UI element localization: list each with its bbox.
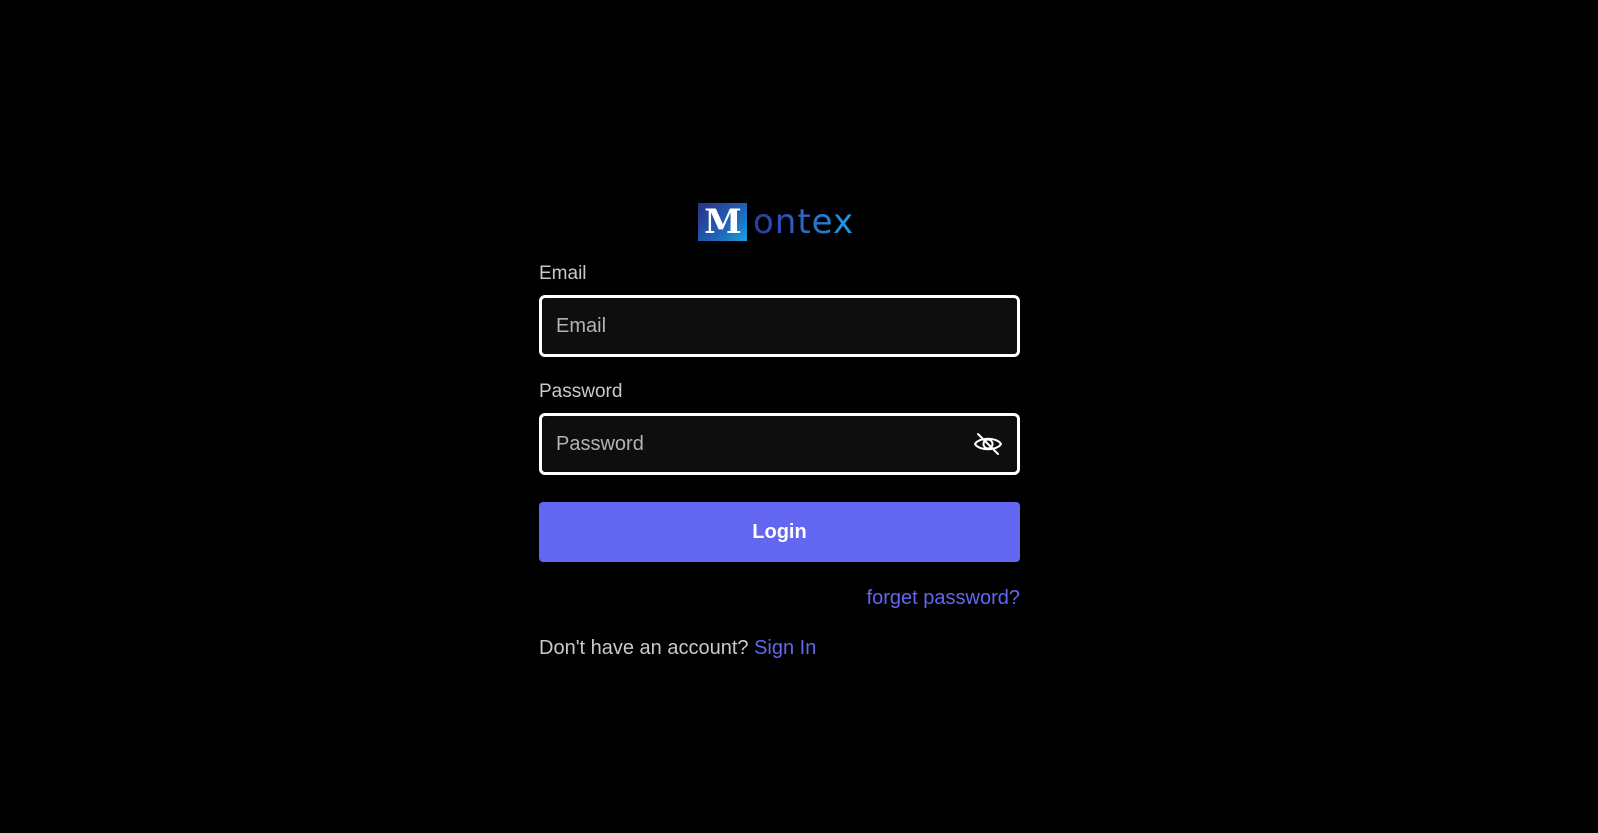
logo-mark: M xyxy=(698,203,747,241)
sign-in-link[interactable]: Sign In xyxy=(754,637,816,659)
password-field[interactable] xyxy=(542,416,1017,472)
password-label: Password xyxy=(539,381,623,402)
signup-row: Don't have an account? Sign In xyxy=(539,635,1020,661)
logo-wordmark: ontex xyxy=(753,202,855,242)
montex-logo: M ontex xyxy=(698,203,854,241)
eye-slash-icon[interactable] xyxy=(973,431,1003,457)
signup-prompt: Don't have an account? xyxy=(539,637,749,659)
email-field-wrapper xyxy=(539,295,1020,357)
login-button[interactable]: Login xyxy=(539,502,1020,562)
login-form: Email Password Login forget password? Do… xyxy=(539,262,1020,661)
password-field-wrapper xyxy=(539,413,1020,475)
forgot-password-link[interactable]: forget password? xyxy=(867,587,1020,609)
login-page: M ontex Email Password Login forget pass… xyxy=(0,0,1598,833)
email-label: Email xyxy=(539,263,587,284)
email-field[interactable] xyxy=(542,298,1017,354)
forgot-password-row: forget password? xyxy=(539,586,1020,610)
